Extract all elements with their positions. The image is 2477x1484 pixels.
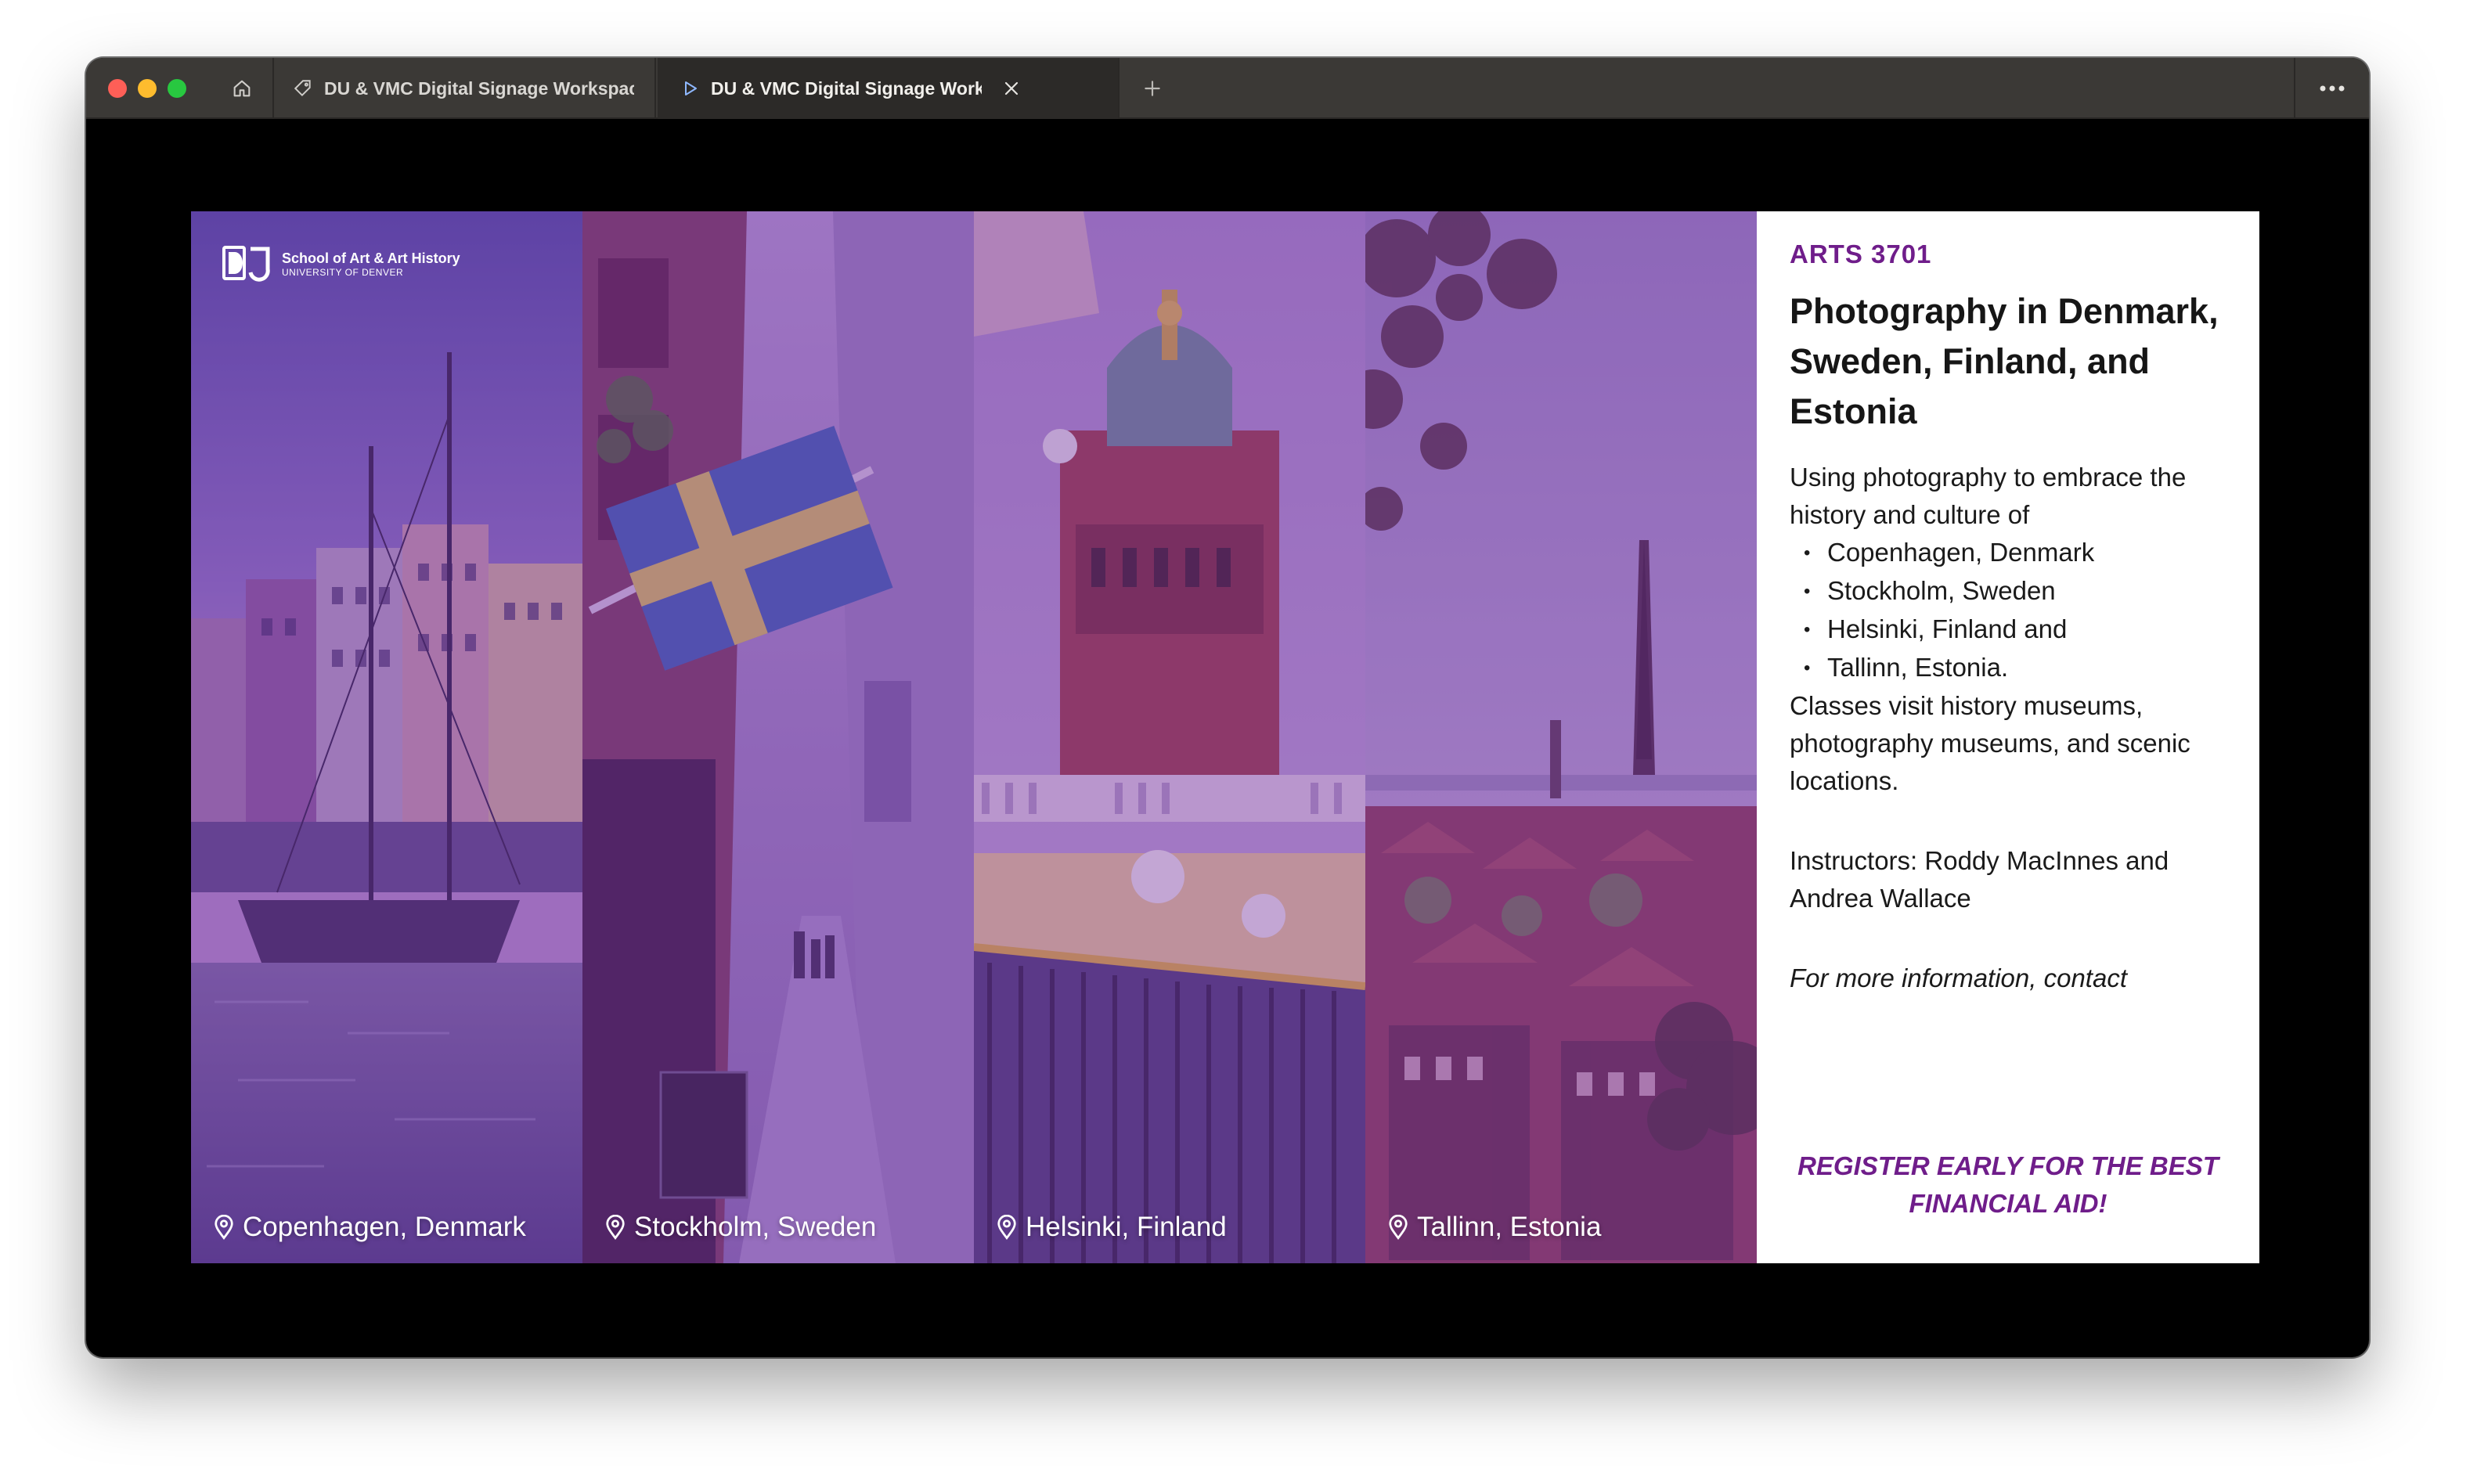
play-icon — [685, 81, 697, 95]
plus-icon — [1145, 81, 1160, 96]
course-description-outro: Classes visit history museums, photograp… — [1790, 691, 2190, 795]
location-pin-icon — [215, 1215, 233, 1240]
course-title: Photography in Denmark, Sweden, Finland,… — [1790, 291, 2219, 431]
du-logo-mark — [222, 246, 270, 282]
tab-workspace-1[interactable]: DU & VMC Digital Signage Workspace — [276, 58, 656, 119]
close-window-button[interactable] — [108, 79, 127, 98]
location-text: Stockholm, Sweden — [634, 1212, 877, 1242]
city-list: Copenhagen, Denmark Stockholm, Sweden He… — [1790, 534, 2228, 687]
location-pin-icon — [1389, 1215, 1408, 1240]
location-text: Helsinki, Finland — [1026, 1212, 1227, 1242]
location-label: Stockholm, Sweden — [604, 1212, 876, 1243]
city-list-item: Stockholm, Sweden — [1804, 572, 2228, 611]
tab-title: DU & VMC Digital Signage Workspace — [711, 77, 982, 99]
city-list-item: Tallinn, Estonia. — [1804, 649, 2228, 687]
logo-line1: School of Art & Art History — [282, 250, 460, 266]
purple-overlay — [1365, 211, 1757, 1263]
tab-title: DU & VMC Digital Signage Workspace — [324, 77, 634, 99]
purple-overlay — [582, 211, 974, 1263]
purple-overlay — [191, 211, 582, 1263]
logo-text: School of Art & Art History UNIVERSITY O… — [282, 250, 460, 278]
photo-panel-tallinn: Tallinn, Estonia — [1365, 211, 1757, 1263]
photo-panel-stockholm: Stockholm, Sweden — [582, 211, 974, 1263]
maximize-window-button[interactable] — [168, 79, 186, 98]
home-icon — [233, 80, 251, 97]
home-button[interactable] — [211, 58, 274, 119]
city-list-item: Helsinki, Finland and — [1804, 611, 2228, 649]
tag-icon — [294, 80, 311, 97]
city-list-item: Copenhagen, Denmark — [1804, 534, 2228, 572]
browser-window: DU & VMC Digital Signage Workspace DU & … — [86, 58, 2369, 1357]
location-label: Copenhagen, Denmark — [213, 1212, 526, 1243]
location-label: Helsinki, Finland — [996, 1212, 1227, 1243]
location-pin-icon — [997, 1215, 1016, 1240]
course-code: ARTS 3701 — [1790, 240, 1932, 268]
tab-workspace-2[interactable]: DU & VMC Digital Signage Workspace — [658, 58, 1120, 119]
course-info-panel: ARTS 3701 Photography in Denmark, Sweden… — [1757, 211, 2259, 1263]
contact-text: For more information, contact — [1790, 964, 2127, 992]
more-menu-button[interactable] — [2294, 58, 2369, 119]
more-icon — [2320, 85, 2345, 92]
minimize-window-button[interactable] — [138, 79, 157, 98]
register-callout: REGISTER EARLY FOR THE BEST FINANCIAL AI… — [1797, 1151, 2219, 1218]
logo-line2: UNIVERSITY OF DENVER — [282, 267, 404, 278]
location-text: Tallinn, Estonia — [1417, 1212, 1602, 1242]
close-icon[interactable] — [1002, 79, 1021, 98]
course-description-intro: Using photography to embrace the history… — [1790, 463, 2187, 529]
new-tab-button[interactable] — [1127, 58, 1177, 119]
purple-overlay — [974, 211, 1365, 1263]
instructors: Instructors: Roddy MacInnes and Andrea W… — [1790, 846, 2169, 913]
location-pin-icon — [606, 1215, 625, 1240]
signage-slide: School of Art & Art History UNIVERSITY O… — [191, 211, 2259, 1263]
location-label: Tallinn, Estonia — [1387, 1212, 1601, 1243]
location-text: Copenhagen, Denmark — [243, 1212, 526, 1242]
du-logo: School of Art & Art History UNIVERSITY O… — [222, 246, 460, 282]
photo-panel-copenhagen: School of Art & Art History UNIVERSITY O… — [191, 211, 582, 1263]
tab-bar: DU & VMC Digital Signage Workspace DU & … — [86, 58, 2369, 119]
photo-panel-helsinki: Helsinki, Finland — [974, 211, 1365, 1263]
